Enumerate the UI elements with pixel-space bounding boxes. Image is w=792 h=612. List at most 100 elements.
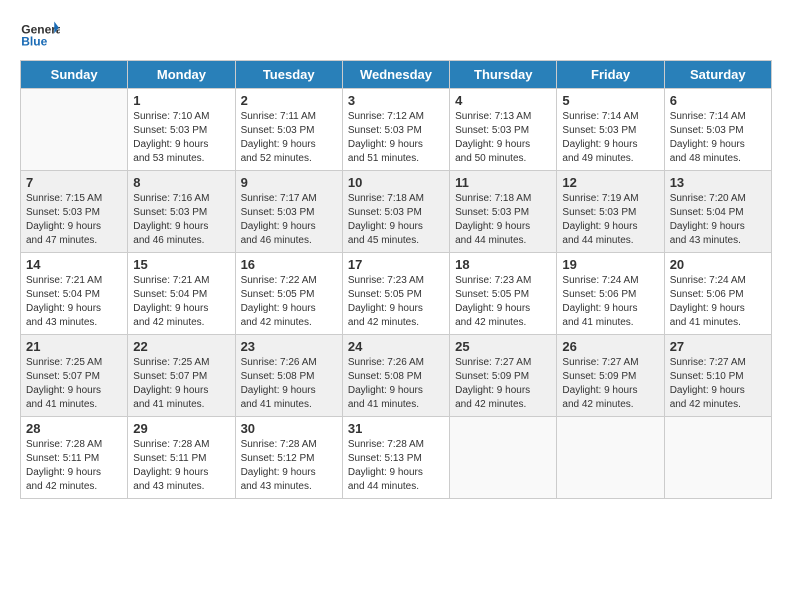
day-info: Sunrise: 7:26 AM Sunset: 5:08 PM Dayligh… xyxy=(348,356,444,412)
day-info: Sunrise: 7:23 AM Sunset: 5:05 PM Dayligh… xyxy=(455,274,551,330)
calendar-cell xyxy=(450,417,557,499)
day-info: Sunrise: 7:10 AM Sunset: 5:03 PM Dayligh… xyxy=(133,110,229,166)
day-number: 9 xyxy=(241,175,337,190)
day-number: 7 xyxy=(26,175,122,190)
day-number: 28 xyxy=(26,421,122,436)
day-header-thursday: Thursday xyxy=(450,61,557,89)
svg-text:Blue: Blue xyxy=(21,35,47,49)
calendar-week-row: 1 Sunrise: 7:10 AM Sunset: 5:03 PM Daylig… xyxy=(21,89,772,171)
calendar-cell: 9Sunrise: 7:17 AM Sunset: 5:03 PM Daylig… xyxy=(235,171,342,253)
calendar-cell: 10Sunrise: 7:18 AM Sunset: 5:03 PM Dayli… xyxy=(342,171,449,253)
day-number: 25 xyxy=(455,339,551,354)
day-info: Sunrise: 7:21 AM Sunset: 5:04 PM Dayligh… xyxy=(26,274,122,330)
day-number: 26 xyxy=(562,339,658,354)
calendar-cell: 15 Sunrise: 7:21 AM Sunset: 5:04 PM Dayli… xyxy=(128,253,235,335)
day-number: 29 xyxy=(133,421,229,436)
day-number: 14 xyxy=(26,257,122,272)
day-info: Sunrise: 7:14 AM Sunset: 5:03 PM Dayligh… xyxy=(670,110,766,166)
calendar-cell: 3 Sunrise: 7:12 AM Sunset: 5:03 PM Daylig… xyxy=(342,89,449,171)
day-number: 19 xyxy=(562,257,658,272)
day-number: 16 xyxy=(241,257,337,272)
day-header-wednesday: Wednesday xyxy=(342,61,449,89)
day-info: Sunrise: 7:11 AM Sunset: 5:03 PM Dayligh… xyxy=(241,110,337,166)
calendar-cell: 21 Sunrise: 7:25 AM Sunset: 5:07 PM Dayli… xyxy=(21,335,128,417)
calendar-cell: 17 Sunrise: 7:23 AM Sunset: 5:05 PM Dayli… xyxy=(342,253,449,335)
calendar-cell: 4 Sunrise: 7:13 AM Sunset: 5:03 PM Daylig… xyxy=(450,89,557,171)
calendar-cell xyxy=(21,89,128,171)
day-header-monday: Monday xyxy=(128,61,235,89)
day-number: 15 xyxy=(133,257,229,272)
day-info: Sunrise: 7:27 AM Sunset: 5:09 PM Dayligh… xyxy=(455,356,551,412)
calendar-cell: 25 Sunrise: 7:27 AM Sunset: 5:09 PM Dayli… xyxy=(450,335,557,417)
calendar-cell: 18 Sunrise: 7:23 AM Sunset: 5:05 PM Dayli… xyxy=(450,253,557,335)
day-number: 2 xyxy=(241,93,337,108)
calendar-cell: 14 Sunrise: 7:21 AM Sunset: 5:04 PM Dayli… xyxy=(21,253,128,335)
calendar-week-row: 28 Sunrise: 7:28 AM Sunset: 5:11 PM Dayli… xyxy=(21,417,772,499)
day-info: Sunrise: 7:16 AM Sunset: 5:03 PM Dayligh… xyxy=(133,192,229,248)
calendar-header-row: SundayMondayTuesdayWednesdayThursdayFrid… xyxy=(21,61,772,89)
day-info: Sunrise: 7:25 AM Sunset: 5:07 PM Dayligh… xyxy=(133,356,229,412)
day-number: 4 xyxy=(455,93,551,108)
calendar-cell: 22 Sunrise: 7:25 AM Sunset: 5:07 PM Dayli… xyxy=(128,335,235,417)
calendar-cell: 11 Sunrise: 7:18 AM Sunset: 5:03 PM Dayli… xyxy=(450,171,557,253)
calendar-cell: 12 Sunrise: 7:19 AM Sunset: 5:03 PM Dayli… xyxy=(557,171,664,253)
calendar-cell: 28Sunrise: 7:28 AM Sunset: 5:11 PM Dayli… xyxy=(21,417,128,499)
day-number: 1 xyxy=(133,93,229,108)
day-info: Sunrise: 7:14 AM Sunset: 5:03 PM Dayligh… xyxy=(562,110,658,166)
calendar-cell: 26 Sunrise: 7:27 AM Sunset: 5:09 PM Dayli… xyxy=(557,335,664,417)
day-number: 21 xyxy=(26,339,122,354)
calendar-cell xyxy=(664,417,771,499)
day-info: Sunrise: 7:13 AM Sunset: 5:03 PM Dayligh… xyxy=(455,110,551,166)
day-info: Sunrise: 7:21 AM Sunset: 5:04 PM Dayligh… xyxy=(133,274,229,330)
calendar-cell: 27Sunrise: 7:27 AM Sunset: 5:10 PM Dayli… xyxy=(664,335,771,417)
calendar-cell: 24 Sunrise: 7:26 AM Sunset: 5:08 PM Dayli… xyxy=(342,335,449,417)
day-number: 3 xyxy=(348,93,444,108)
header: General Blue xyxy=(20,20,772,50)
day-info: Sunrise: 7:26 AM Sunset: 5:08 PM Dayligh… xyxy=(241,356,337,412)
calendar-cell: 19Sunrise: 7:24 AM Sunset: 5:06 PM Dayli… xyxy=(557,253,664,335)
day-number: 6 xyxy=(670,93,766,108)
calendar-week-row: 14 Sunrise: 7:21 AM Sunset: 5:04 PM Dayli… xyxy=(21,253,772,335)
calendar: SundayMondayTuesdayWednesdayThursdayFrid… xyxy=(20,60,772,499)
day-number: 10 xyxy=(348,175,444,190)
calendar-cell: 6 Sunrise: 7:14 AM Sunset: 5:03 PM Daylig… xyxy=(664,89,771,171)
day-info: Sunrise: 7:28 AM Sunset: 5:12 PM Dayligh… xyxy=(241,438,337,494)
day-number: 20 xyxy=(670,257,766,272)
calendar-cell: 31 Sunrise: 7:28 AM Sunset: 5:13 PM Dayli… xyxy=(342,417,449,499)
day-number: 17 xyxy=(348,257,444,272)
calendar-cell: 23Sunrise: 7:26 AM Sunset: 5:08 PM Dayli… xyxy=(235,335,342,417)
day-header-tuesday: Tuesday xyxy=(235,61,342,89)
day-info: Sunrise: 7:23 AM Sunset: 5:05 PM Dayligh… xyxy=(348,274,444,330)
calendar-cell xyxy=(557,417,664,499)
day-number: 30 xyxy=(241,421,337,436)
day-number: 5 xyxy=(562,93,658,108)
calendar-cell: 2 Sunrise: 7:11 AM Sunset: 5:03 PM Daylig… xyxy=(235,89,342,171)
calendar-week-row: 21 Sunrise: 7:25 AM Sunset: 5:07 PM Dayli… xyxy=(21,335,772,417)
day-info: Sunrise: 7:27 AM Sunset: 5:10 PM Dayligh… xyxy=(670,356,766,412)
day-info: Sunrise: 7:24 AM Sunset: 5:06 PM Dayligh… xyxy=(670,274,766,330)
calendar-cell: 7Sunrise: 7:15 AM Sunset: 5:03 PM Daylig… xyxy=(21,171,128,253)
day-info: Sunrise: 7:28 AM Sunset: 5:11 PM Dayligh… xyxy=(133,438,229,494)
calendar-cell: 16 Sunrise: 7:22 AM Sunset: 5:05 PM Dayli… xyxy=(235,253,342,335)
day-info: Sunrise: 7:28 AM Sunset: 5:13 PM Dayligh… xyxy=(348,438,444,494)
day-number: 12 xyxy=(562,175,658,190)
day-info: Sunrise: 7:27 AM Sunset: 5:09 PM Dayligh… xyxy=(562,356,658,412)
day-info: Sunrise: 7:20 AM Sunset: 5:04 PM Dayligh… xyxy=(670,192,766,248)
day-number: 13 xyxy=(670,175,766,190)
day-info: Sunrise: 7:18 AM Sunset: 5:03 PM Dayligh… xyxy=(455,192,551,248)
calendar-cell: 8 Sunrise: 7:16 AM Sunset: 5:03 PM Daylig… xyxy=(128,171,235,253)
day-number: 18 xyxy=(455,257,551,272)
day-number: 31 xyxy=(348,421,444,436)
day-number: 8 xyxy=(133,175,229,190)
day-number: 24 xyxy=(348,339,444,354)
day-info: Sunrise: 7:22 AM Sunset: 5:05 PM Dayligh… xyxy=(241,274,337,330)
logo-icon: General Blue xyxy=(20,20,60,50)
calendar-cell: 1 Sunrise: 7:10 AM Sunset: 5:03 PM Daylig… xyxy=(128,89,235,171)
day-number: 11 xyxy=(455,175,551,190)
day-info: Sunrise: 7:25 AM Sunset: 5:07 PM Dayligh… xyxy=(26,356,122,412)
day-info: Sunrise: 7:19 AM Sunset: 5:03 PM Dayligh… xyxy=(562,192,658,248)
day-header-friday: Friday xyxy=(557,61,664,89)
day-info: Sunrise: 7:12 AM Sunset: 5:03 PM Dayligh… xyxy=(348,110,444,166)
day-number: 22 xyxy=(133,339,229,354)
day-header-saturday: Saturday xyxy=(664,61,771,89)
